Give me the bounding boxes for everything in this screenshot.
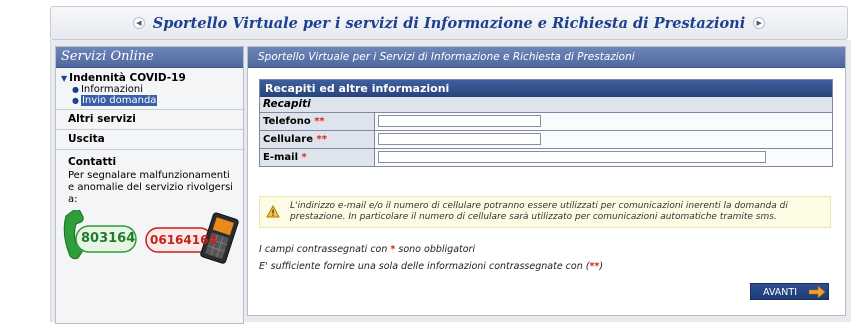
required-note: I campi contrassegnati con * sono obblig…	[259, 244, 475, 255]
required-marker: **	[314, 116, 325, 127]
caret-down-icon: ▼	[61, 74, 68, 83]
email-label: E-mail *	[260, 149, 375, 166]
field-cell	[375, 113, 832, 130]
arrow-right-icon	[809, 286, 825, 298]
contacts-block: Contatti Per segnalare malfunzionamenti …	[56, 150, 243, 206]
top-banner: ◀ Sportello Virtuale per i servizi di In…	[50, 6, 848, 40]
field-cell	[375, 149, 832, 166]
note-text: )	[599, 261, 604, 272]
form-subsection-title: Recapiti	[260, 97, 832, 113]
one-of-note: E' sufficiente fornire una sola delle in…	[259, 261, 603, 272]
banner-title: Sportello Virtuale per i servizi di Info…	[152, 14, 746, 32]
mobile-number: 06164164	[150, 233, 217, 247]
sidebar-item-label: Informazioni	[80, 84, 143, 95]
sidebar-item-covid-label: Indennità COVID-19	[69, 72, 186, 84]
sidebar-item-covid[interactable]: ▼ Indennità COVID-19	[61, 72, 237, 84]
main-panel: Sportello Virtuale per i Servizi di Info…	[247, 46, 846, 316]
cellulare-label: Cellulare **	[260, 131, 375, 148]
form-row-telefono: Telefono **	[260, 113, 832, 131]
form-row-cellulare: Cellulare **	[260, 131, 832, 149]
sidebar-item-label: Invio domanda	[80, 95, 158, 106]
form-section-title: Recapiti ed altre informazioni	[260, 80, 832, 97]
next-button[interactable]: AVANTI	[750, 283, 829, 300]
sidebar-item-uscita[interactable]: Uscita	[56, 130, 243, 150]
sidebar-submenu: ● Informazioni ● Invio domanda	[72, 84, 237, 106]
sidebar: Servizi Online ▼ Indennità COVID-19 ● Info…	[55, 46, 244, 324]
required-marker: **	[589, 261, 600, 272]
required-marker: **	[316, 134, 327, 145]
info-notice: L'indirizzo e-mail e/o il numero di cell…	[259, 196, 831, 228]
chevron-left-icon[interactable]: ◀	[132, 17, 145, 29]
contact-form: Recapiti ed altre informazioni Recapiti …	[259, 79, 833, 167]
field-label: Cellulare	[263, 134, 313, 145]
next-button-label: AVANTI	[763, 287, 797, 298]
field-label: E-mail	[263, 152, 299, 163]
banner-title-wrap: ◀ Sportello Virtuale per i servizi di In…	[132, 7, 766, 39]
notice-text: L'indirizzo e-mail e/o il numero di cell…	[290, 201, 788, 222]
field-label: Telefono	[263, 116, 311, 127]
note-text: E' sufficiente fornire una sola delle in…	[259, 261, 590, 272]
chevron-right-icon[interactable]: ▶	[753, 17, 766, 29]
menu-section-covid: ▼ Indennità COVID-19 ● Informazioni ● Invio…	[56, 68, 243, 110]
telefono-input[interactable]	[378, 115, 541, 127]
note-text: sono obbligatori	[395, 244, 476, 255]
bullet-icon: ●	[72, 96, 79, 105]
sidebar-header: Servizi Online	[56, 47, 243, 68]
sidebar-item-invio-domanda[interactable]: ● Invio domanda	[72, 95, 237, 106]
warning-icon	[266, 205, 280, 218]
cellulare-input[interactable]	[378, 133, 541, 145]
required-marker: *	[301, 152, 307, 163]
contact-phones: 803164 06164164	[56, 210, 243, 270]
note-text: I campi contrassegnati con	[259, 244, 391, 255]
main-header: Sportello Virtuale per i Servizi di Info…	[248, 47, 845, 68]
sidebar-item-altri-servizi[interactable]: Altri servizi	[56, 110, 243, 130]
contacts-title: Contatti	[68, 156, 117, 168]
email-input[interactable]	[378, 151, 766, 163]
bullet-icon: ●	[72, 85, 79, 94]
telefono-label: Telefono **	[260, 113, 375, 130]
sidebar-item-informazioni[interactable]: ● Informazioni	[72, 84, 237, 95]
contacts-text: Per segnalare malfunzionamenti e anomali…	[68, 170, 233, 205]
landline-number: 803164	[81, 231, 136, 246]
form-row-email: E-mail *	[260, 149, 832, 166]
field-cell	[375, 131, 832, 148]
